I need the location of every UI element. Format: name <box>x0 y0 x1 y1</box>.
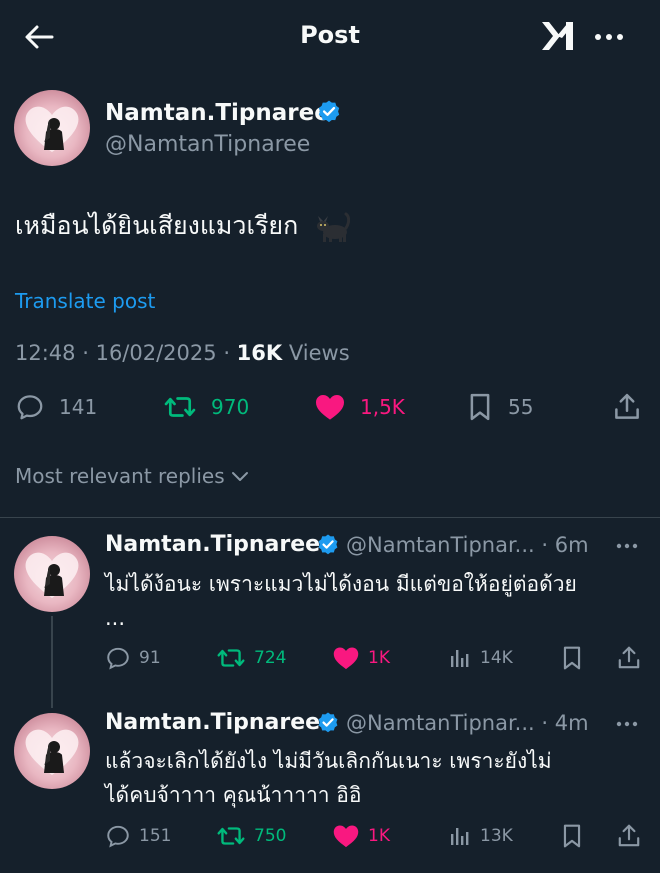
post-time: 12:48 <box>15 341 76 365</box>
reply-icon <box>107 825 129 848</box>
repost-count: 724 <box>254 648 287 668</box>
views-count: 16K <box>236 341 283 365</box>
views-chart-icon <box>451 828 469 845</box>
more-horizontal-icon <box>616 543 638 549</box>
verified-badge-icon <box>316 99 342 125</box>
bookmark-icon <box>563 646 581 670</box>
reply-text-truncation: ... <box>105 606 126 630</box>
like-button[interactable]: 1K <box>332 823 390 849</box>
reply-more-button[interactable] <box>610 712 644 736</box>
thread-connector-line <box>51 616 53 708</box>
heart-icon <box>333 647 359 670</box>
share-button[interactable] <box>616 645 642 671</box>
grok-button[interactable] <box>538 16 578 56</box>
post-text: เหมือนได้ยินเสียงแมวเรียก <box>15 206 351 246</box>
views-button[interactable]: 13K <box>448 823 513 849</box>
like-count: 1K <box>368 826 390 846</box>
avatar-photo <box>25 729 79 775</box>
views-count: 14K <box>480 648 513 668</box>
reply-text: ไม่ได้ง้อนะ เพราะแมวไม่ได้งอน มีแต่ขอให้… <box>105 567 645 635</box>
more-options-button[interactable] <box>592 20 626 54</box>
reply-text: แล้วจะเลิกได้ยังไง ไม่มีวันเลิกกันเนาะ เ… <box>105 744 645 812</box>
repost-button[interactable]: 724 <box>216 645 286 671</box>
repost-icon <box>217 649 245 667</box>
views-label[interactable]: Views <box>289 341 350 365</box>
reply-icon <box>17 395 43 420</box>
repost-count: 970 <box>211 395 250 419</box>
like-button[interactable]: 1K <box>332 645 390 671</box>
bookmark-icon <box>563 824 581 848</box>
views-button[interactable]: 14K <box>448 645 513 671</box>
post-meta: 12:48 · 16/02/2025 · 16K Views <box>15 341 350 365</box>
reply-time: · 4m <box>541 711 589 735</box>
black-cat-emoji-icon <box>314 210 351 244</box>
repost-icon <box>217 827 245 845</box>
author-name[interactable]: Namtan.Tipnaree <box>105 98 330 128</box>
reply-more-button[interactable] <box>610 534 644 558</box>
reply-time: · 6m <box>541 533 589 557</box>
bookmark-count: 55 <box>508 395 534 419</box>
grok-icon <box>542 22 573 50</box>
reply-icon <box>107 647 129 670</box>
bookmark-button[interactable] <box>560 645 584 671</box>
translate-post-link[interactable]: Translate post <box>15 286 155 316</box>
views-count: 13K <box>480 826 513 846</box>
reply-button[interactable]: 141 <box>15 392 97 422</box>
divider <box>0 517 660 518</box>
verified-badge-icon <box>316 533 340 557</box>
share-button[interactable] <box>616 823 642 849</box>
bookmark-button[interactable]: 55 <box>466 392 533 422</box>
reply-count: 91 <box>139 648 161 668</box>
reply-handle-time: @NamtanTipnar... · 6m <box>346 530 589 560</box>
verified-badge-icon <box>316 711 340 735</box>
avatar[interactable] <box>14 713 90 789</box>
reply-handle[interactable]: @NamtanTipnar... <box>346 533 535 557</box>
share-icon <box>615 393 639 419</box>
views-chart-icon <box>451 650 469 667</box>
reply-text-line-2: ได้คบจ้าาาา คุณน้าาาาา อิอิ <box>105 783 362 807</box>
heart-icon <box>333 825 359 848</box>
bookmark-button[interactable] <box>560 823 584 849</box>
reply-handle[interactable]: @NamtanTipnar... <box>346 711 535 735</box>
share-button[interactable] <box>612 392 642 422</box>
avatar[interactable] <box>14 90 90 166</box>
reply-author-name[interactable]: Namtan.Tipnaree <box>105 708 320 738</box>
more-horizontal-icon <box>616 721 638 727</box>
avatar-photo <box>25 552 79 598</box>
share-icon <box>618 824 640 847</box>
reply-text-line: แล้วจะเลิกได้ยังไง ไม่มีวันเลิกกันเนาะ เ… <box>105 749 552 773</box>
post-date: 16/02/2025 <box>95 341 217 365</box>
like-button[interactable]: 1,5K <box>314 392 405 422</box>
repost-count: 750 <box>254 826 287 846</box>
like-count: 1,5K <box>360 395 405 419</box>
author-handle[interactable]: @NamtanTipnaree <box>105 130 310 160</box>
chevron-down-icon <box>231 472 248 481</box>
heart-icon <box>316 395 344 420</box>
reply-author-name[interactable]: Namtan.Tipnaree <box>105 530 320 560</box>
reply-button[interactable]: 151 <box>105 823 171 849</box>
repost-button[interactable]: 970 <box>163 392 249 422</box>
reply-handle-time: @NamtanTipnar... · 4m <box>346 708 589 738</box>
like-count: 1K <box>368 648 390 668</box>
replies-sort-dropdown[interactable]: Most relevant replies <box>15 461 251 491</box>
reply-text-line: ไม่ได้ง้อนะ เพราะแมวไม่ได้งอน มีแต่ขอให้… <box>105 572 577 596</box>
share-icon <box>618 646 640 669</box>
bookmark-icon <box>470 393 490 421</box>
reply-count: 141 <box>59 395 98 419</box>
repost-button[interactable]: 750 <box>216 823 286 849</box>
post-text-content: เหมือนได้ยินเสียงแมวเรียก <box>15 211 299 240</box>
more-horizontal-icon <box>595 34 623 40</box>
reply-button[interactable]: 91 <box>105 645 161 671</box>
repost-icon <box>164 397 196 417</box>
avatar-photo <box>25 106 79 152</box>
sort-label: Most relevant replies <box>15 464 225 488</box>
reply-count: 151 <box>139 826 172 846</box>
avatar[interactable] <box>14 536 90 612</box>
